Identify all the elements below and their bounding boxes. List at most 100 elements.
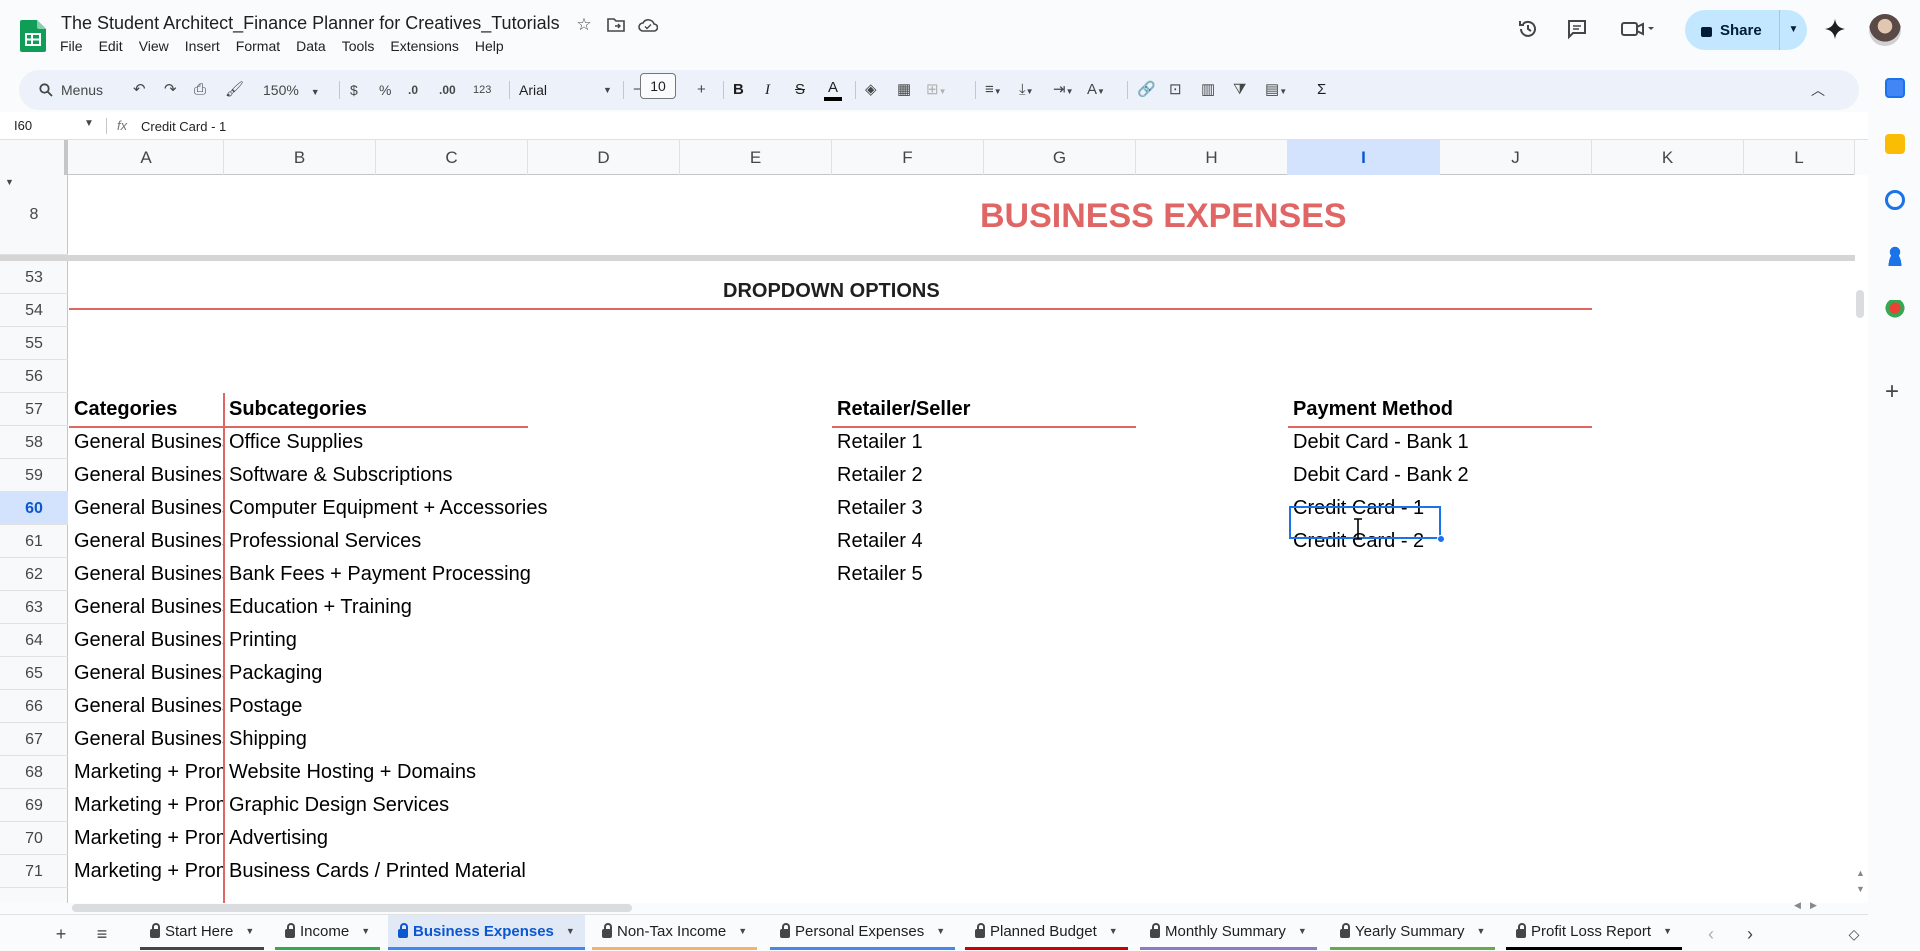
row-header-66[interactable]: 66 <box>0 690 68 723</box>
chevron-down-icon[interactable]: ▼ <box>1476 926 1485 936</box>
row-header-54[interactable]: 54 <box>0 294 68 327</box>
frozen-rows-divider[interactable] <box>0 255 1855 261</box>
row-header-55[interactable]: 55 <box>0 327 68 360</box>
row-header-57[interactable]: 57 <box>0 393 68 426</box>
menu-tools[interactable]: Tools <box>334 36 383 58</box>
vertical-scroll-thumb[interactable] <box>1856 290 1864 318</box>
zoom-select[interactable]: 150% ▼ <box>263 79 320 101</box>
text-color-button[interactable]: A <box>824 79 842 101</box>
cell-area[interactable]: BUSINESS EXPENSES DROPDOWN OPTIONS Categ… <box>69 175 1855 903</box>
subcategory-cell[interactable]: Graphic Design Services <box>224 789 684 822</box>
column-header-i[interactable]: I <box>1288 140 1440 175</box>
category-cell[interactable]: Marketing + Promotion <box>69 822 223 855</box>
category-cell[interactable]: Marketing + Promotion <box>69 789 223 822</box>
scroll-left-icon[interactable]: ◀ <box>1794 900 1801 911</box>
subcategory-cell[interactable]: Packaging <box>224 657 684 690</box>
subcategory-cell[interactable]: Postage <box>224 690 684 723</box>
header-payment-method[interactable]: Payment Method <box>1288 393 1588 426</box>
vertical-align-icon[interactable]: ⤓▼ <box>1019 79 1034 101</box>
sheet-title-cell[interactable]: BUSINESS EXPENSES <box>980 175 1347 257</box>
text-wrap-icon[interactable]: ⇥▼ <box>1053 79 1074 101</box>
menu-data[interactable]: Data <box>288 36 334 58</box>
subcategory-cell[interactable]: Software & Subscriptions <box>224 459 684 492</box>
spreadsheet-grid[interactable]: A B C D E F G H I J K L ▼ 8 53 54 55 56 … <box>0 140 1855 903</box>
column-header-j[interactable]: J <box>1440 140 1592 175</box>
subcategory-cell[interactable]: Education + Training <box>224 591 684 624</box>
column-header-k[interactable]: K <box>1592 140 1744 175</box>
column-header-g[interactable]: G <box>984 140 1136 175</box>
cloud-saved-icon[interactable] <box>637 14 659 36</box>
category-cell[interactable]: General Business <box>69 558 223 591</box>
insert-comment-icon[interactable]: ⊡ <box>1169 79 1182 101</box>
sheets-logo-icon[interactable] <box>20 20 46 52</box>
subcategory-cell[interactable]: Computer Equipment + Accessories <box>224 492 684 525</box>
category-cell[interactable]: Marketing + Promotion <box>69 756 223 789</box>
chevron-down-icon[interactable]: ▼ <box>566 926 575 936</box>
filter-icon[interactable]: ⧩ <box>1233 79 1246 101</box>
redo-icon[interactable]: ↷ <box>164 79 177 101</box>
row-header-69[interactable]: 69 <box>0 789 68 822</box>
calendar-icon[interactable] <box>1885 78 1905 98</box>
fill-color-icon[interactable]: ◈ <box>865 79 877 101</box>
tab-start-here[interactable]: Start Here ▼ <box>140 915 265 950</box>
category-cell[interactable]: General Business <box>69 525 223 558</box>
chevron-down-icon[interactable]: ▼ <box>936 926 945 936</box>
currency-format-button[interactable]: $ <box>350 79 358 101</box>
menu-insert[interactable]: Insert <box>177 36 228 58</box>
increase-font-size-icon[interactable]: + <box>697 79 706 101</box>
payment-method-cell[interactable]: Debit Card - Bank 2 <box>1288 459 1588 492</box>
name-box-dropdown-icon[interactable]: ▼ <box>84 118 94 129</box>
move-folder-icon[interactable] <box>605 14 627 36</box>
row-header-67[interactable]: 67 <box>0 723 68 756</box>
bold-button[interactable]: B <box>733 79 744 101</box>
add-sheet-icon[interactable]: + <box>49 922 73 946</box>
insert-link-icon[interactable]: 🔗 <box>1137 79 1156 101</box>
menu-format[interactable]: Format <box>228 36 288 58</box>
subcategory-cell[interactable]: Shipping <box>224 723 684 756</box>
category-cell[interactable]: General Business <box>69 492 223 525</box>
category-cell[interactable]: Marketing + Promotion <box>69 855 223 888</box>
column-header-e[interactable]: E <box>680 140 832 175</box>
menus-search-button[interactable]: Menus <box>25 75 143 105</box>
horizontal-align-icon[interactable]: ≡▼ <box>985 79 1002 101</box>
percent-format-button[interactable]: % <box>379 79 391 101</box>
column-header-c[interactable]: C <box>376 140 528 175</box>
subcategory-cell[interactable]: Printing <box>224 624 684 657</box>
row-header-63[interactable]: 63 <box>0 591 68 624</box>
name-box[interactable]: I60 <box>14 118 32 133</box>
collapse-toolbar-icon[interactable]: ︿ <box>1811 79 1825 101</box>
scroll-tabs-left-icon[interactable]: ‹ <box>1699 922 1723 946</box>
scroll-tabs-right-icon[interactable]: › <box>1738 922 1762 946</box>
undo-icon[interactable]: ↶ <box>133 79 146 101</box>
column-header-h[interactable]: H <box>1136 140 1288 175</box>
row-header-58[interactable]: 58 <box>0 426 68 459</box>
tab-planned-budget[interactable]: Planned Budget ▼ <box>965 915 1128 950</box>
formula-input[interactable]: Credit Card - 1 <box>141 119 226 134</box>
tab-personal-expenses[interactable]: Personal Expenses ▼ <box>770 915 956 950</box>
chevron-down-icon[interactable]: ▼ <box>738 926 747 936</box>
row-header-62[interactable]: 62 <box>0 558 68 591</box>
insert-chart-icon[interactable]: ▥ <box>1201 79 1215 101</box>
number-format-button[interactable]: 123 <box>473 79 491 101</box>
menu-edit[interactable]: Edit <box>91 36 131 58</box>
menu-help[interactable]: Help <box>467 36 512 58</box>
comments-icon[interactable] <box>1564 16 1590 42</box>
contacts-icon[interactable] <box>1885 246 1905 266</box>
row-header-56[interactable]: 56 <box>0 360 68 393</box>
category-cell[interactable]: General Business <box>69 723 223 756</box>
vertical-scrollbar[interactable] <box>1855 175 1868 903</box>
filter-views-icon[interactable]: ▤▼ <box>1265 79 1287 101</box>
category-cell[interactable]: General Business <box>69 624 223 657</box>
retailer-cell[interactable]: Retailer 2 <box>832 459 1132 492</box>
horizontal-scroll-thumb[interactable] <box>72 904 632 912</box>
decrease-decimal-button[interactable]: .0 <box>408 79 418 101</box>
italic-button[interactable]: I <box>765 79 770 101</box>
row-header-64[interactable]: 64 <box>0 624 68 657</box>
gemini-sparkle-icon[interactable] <box>1822 16 1848 42</box>
increase-decimal-button[interactable]: .00 <box>439 79 456 101</box>
font-size-input[interactable]: 10 <box>640 73 676 99</box>
add-addon-icon[interactable]: + <box>1885 380 1899 404</box>
tasks-icon[interactable] <box>1885 190 1905 210</box>
document-title[interactable]: The Student Architect_Finance Planner fo… <box>61 13 560 34</box>
row-header-8[interactable]: 8 <box>0 175 68 255</box>
